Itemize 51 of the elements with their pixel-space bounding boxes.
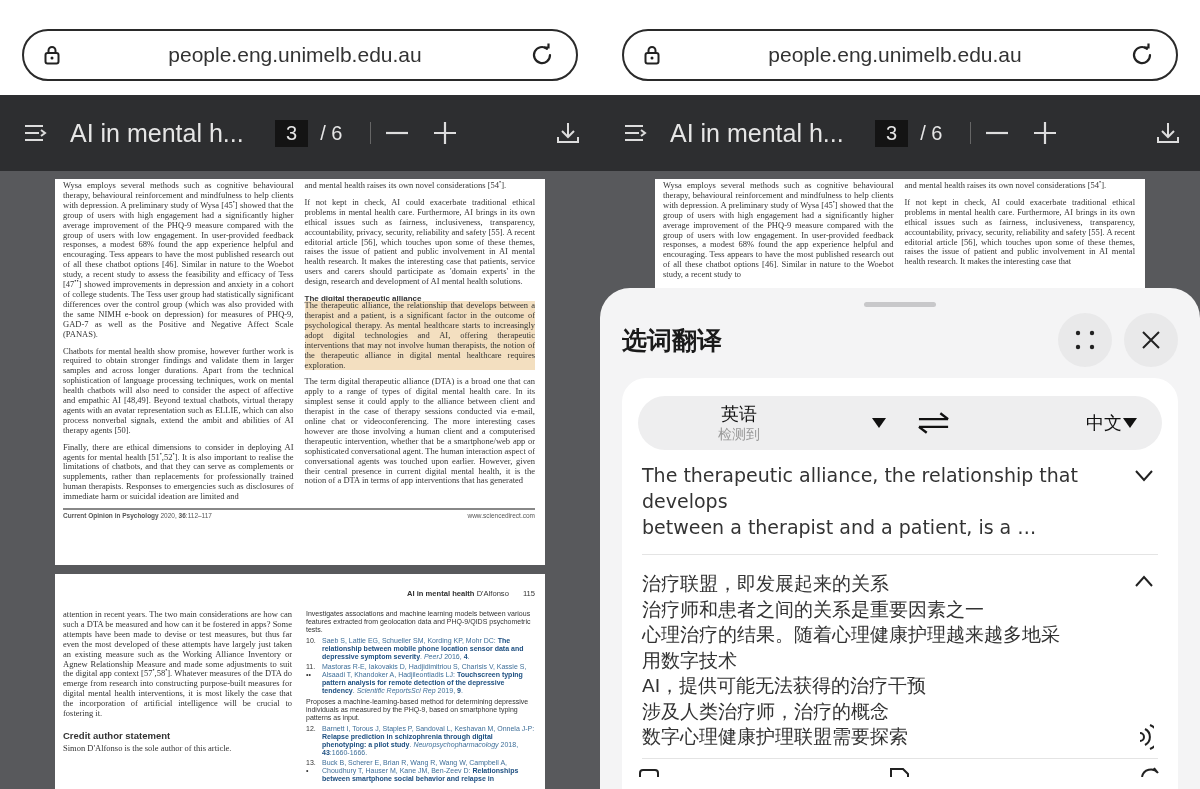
reload-icon[interactable]: [1130, 43, 1154, 67]
speaker-icon[interactable]: [1138, 723, 1154, 750]
source-language-dropdown[interactable]: 英语 检测到: [678, 402, 887, 444]
source-text: The therapeutic alliance, the relationship that develops between a therapist and a patient, is a …: [642, 463, 1079, 540]
section-heading: Credit author statement: [63, 729, 172, 741]
translated-text-line: 涉及人类治疗师，治疗的概念: [642, 699, 890, 724]
panel-title: 选词翻译: [622, 324, 723, 357]
paragraph: attention in recent years. The two main considerations are how can such a DTA be measured and how can it be fostered in apps? Some attempts have been made to devise or test measures, but thus far even the most developed of these attempts have largely just taken an existing measure such as the Working Alliance Inventory or Agnew Relationship Measure and made some adjustments to suit the digital app context [57$^{•}$,58$^{•}$]. Whatever measures of the DTA do emerge from research into constructing purpose-built measures for digital mental health interventions, it is most likely the case that the incorporation of artificial intelligence will be crucial to fostering it.: [63, 610, 292, 719]
page-count: / 6: [920, 121, 943, 145]
document-title: AI in mental h...: [670, 118, 845, 148]
menu-icon[interactable]: [24, 123, 48, 143]
paragraph: Finally, there are ethical dimensions to consider in deploying AI agents for mental health [51$^{•}$,52$^{•}$]. It is also important to realise the limitations of chatbots, and that they can serve as complements or supplements, rather than replacements for professionally trained human therapists. Responses to emergencies such as disclosures of immediate harm or suicidal ideation are limited and: [63, 442, 294, 503]
plus-icon[interactable]: [433, 121, 458, 145]
paragraph: and mental health raises its own novel considerations [54$^{•}$].: [904, 181, 1108, 191]
paragraph: Chatbots for mental health show promise, however further work is required to obtain stronger findings and validate them in larger samples and across longer durations. Apart from the technical sophistication of language processing techniques, work on mental health chatbots will also need to consider the aspect of affective and empathic AI [48,49]. Beyond textual chatbots, virtual therapy agents with an avatar representation such as ELLIE, which can also process nonverbal signals, extend the ambit and abilities of AI therapy agents [50].: [63, 346, 294, 436]
grip-icon: [1074, 329, 1096, 351]
dropdown-triangle-icon: [870, 417, 887, 429]
download-icon[interactable]: [1156, 121, 1180, 145]
menu-icon[interactable]: [624, 123, 648, 143]
download-icon[interactable]: [556, 121, 580, 145]
document-title: AI in mental h...: [70, 118, 245, 148]
translated-text-line: 治疗联盟，即发展起来的关系: [642, 572, 890, 596]
page-number-field[interactable]: 3: [275, 119, 309, 147]
address-bar[interactable]: people.eng.unimelb.edu.au: [22, 29, 578, 81]
page-number-field[interactable]: 3: [875, 119, 909, 147]
paragraph: The term digital therapeutic alliance (DTA) is a broad one that can apply to a range of types of digital mental health care. In its simplest sense it could apply to the alliance between client and therapist in the case of therapy sessions conducted via e-mail, online chat or videoconferencing. The more interesting cases however are those involving a human client and a computerised therapeutic intervention, whether that be a smartphone/web app or sophisticated conversational agent. The human interaction aspect of conversational agents was touched upon earlier. However, given their central presence in current digital mental health, it is the notion of a DTA in terms of app interventions that has generated: [304, 377, 535, 487]
plus-icon[interactable]: [1033, 121, 1058, 145]
lock-icon: [644, 45, 660, 65]
translated-text-line: 数字心理健康护理联盟需要探索: [642, 725, 909, 749]
chevron-up-icon[interactable]: [1134, 575, 1154, 587]
swap-arrows-icon[interactable]: [916, 412, 950, 434]
chevron-down-icon[interactable]: [1134, 470, 1154, 482]
highlighted-paragraph: The therapeutic alliance, the relationship that develops between a therapist and a patient, is a significant factor in the outcome of psychological therapy. As mental healthcare starts to increasingly adopt digital technologies and AI, offering therapeutic interventions that may not involve human therapists, the notion of the therapeutic alliance in digital mental healthcare requires exploration.: [304, 301, 535, 371]
target-language-dropdown[interactable]: 中文: [990, 411, 1138, 435]
address-bar[interactable]: people.eng.unimelb.edu.au: [622, 29, 1178, 81]
paragraph: Wysa employs several methods such as cognitive behavioural therapy, behavioural reinforcement and mindfulness to help clients with depression. A preliminary study of Wysa [45$^{•}$] showed that the group of users with high engagement had a significantly higher average improvement of the PHQ-9 measure compared with the group of users with low engagement. In user-provided feedback responses, a modest 68% found the app experience helpful and encouraging. Tess appears to have the most published research out of all these chatbot options [46]. Similar in nature to the Woebot study, a recent study to assess the feasibility and efficacy of Tess [47$^{••}$] showed improvements in depression and anxiety in a cohort of college students. The Tess user group had statistically significant differences over the control group (which was also provided with the same NIMH e-book on depression) for measures of PHQ-9, GAD-7 as well as the Positive and Negative Affect Scale (PANAS).: [63, 181, 294, 340]
drag-handle[interactable]: [864, 302, 936, 307]
paragraph: and mental health raises its own novel considerations [54$^{•}$].: [304, 181, 508, 191]
reload-icon[interactable]: [530, 43, 554, 67]
translated-text-line: 治疗师和患者之间的关系是重要因素之一: [642, 597, 985, 622]
translated-text-line: AI，提供可能无法获得的治疗干预: [642, 674, 928, 698]
dropdown-triangle-icon: [1122, 417, 1138, 429]
close-icon: [1141, 330, 1161, 350]
translated-text-line: 心理治疗的结果。随着心理健康护理越来越多地采: [642, 623, 1061, 647]
page-count: / 6: [320, 121, 343, 145]
paragraph: If not kept in check, AI could exacerbate traditional ethical problems in mental health care. Furthermore, AI brings in its own ethical issues such as fairness, inclusiveness, transparency, accountability, privacy, security, reliability and safety [55]. A recent editorial article [56], which touches upon some of these themes, raises the issue of patient and public involvement in AI mental health research. It makes the interesting case that patients, service users and carers should participate as 'domain experts' in the design, research and development of AI mental health solutions.: [304, 197, 535, 288]
paragraph: Simon D'Alfonso is the sole author of this article.: [63, 743, 233, 754]
lock-icon: [44, 45, 60, 65]
paragraph: If not kept in check, AI could exacerbate traditional ethical problems in mental health care. Furthermore, AI brings in its own ethical issues such as fairness, inclusiveness, transparency, accountability, privacy, security, reliability and safety [55]. A recent editorial article [56], which touches upon some of these themes, raises the issue of patient and public involvement in AI mental health research. It makes the interesting case that: [904, 197, 1135, 268]
translated-text-line: 用数字技术: [642, 648, 738, 673]
paragraph: Wysa employs several methods such as cognitive behavioural therapy, behavioural reinforcement and mindfulness to help clients with depression. A preliminary study of Wysa [45$^{•}$] showed that the group of users with high engagement had a significantly higher average improvement of the PHQ-9 measure compared with the group of users with low engagement. In user-provided feedback responses, a modest 68% found the app experience helpful and encouraging. Tess appears to have the most published research out of all these chatbot options [46]. Similar in nature to the Woebot study, a recent study to: [663, 181, 894, 281]
